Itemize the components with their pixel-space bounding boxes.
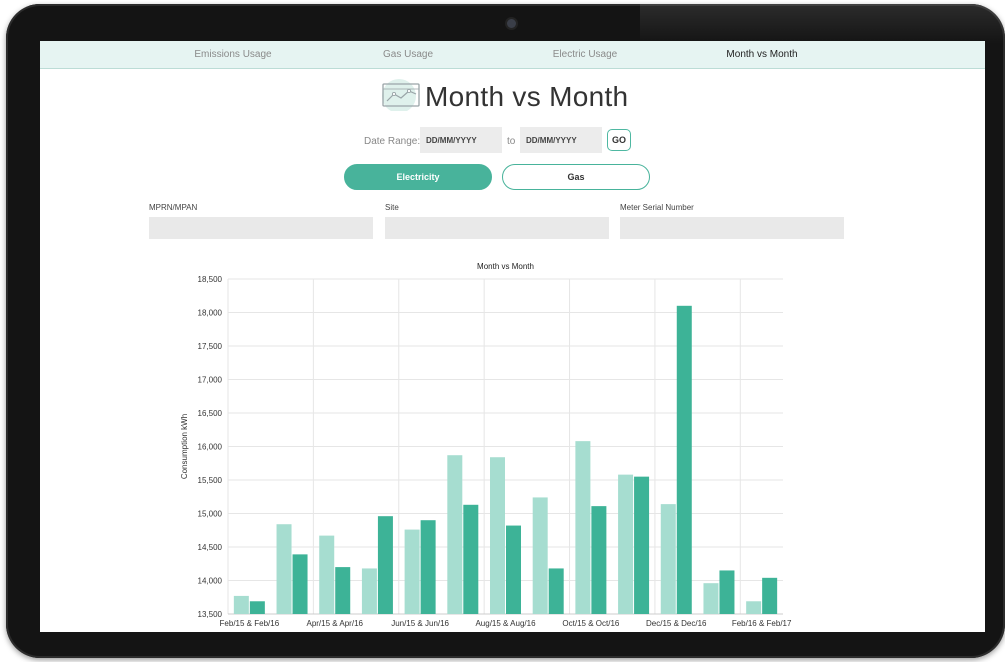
x-tick-label: Apr/15 & Apr/16 bbox=[306, 619, 363, 628]
x-tick-label: Oct/15 & Oct/16 bbox=[562, 619, 619, 628]
bar-current-year[interactable] bbox=[719, 570, 735, 614]
bar-previous-year[interactable] bbox=[276, 524, 292, 614]
bar-current-year[interactable] bbox=[634, 476, 650, 614]
bar-previous-year[interactable] bbox=[319, 535, 335, 614]
bar-current-year[interactable] bbox=[292, 554, 308, 614]
bar-current-year[interactable] bbox=[249, 601, 265, 614]
y-tick-label: 14,000 bbox=[198, 577, 223, 586]
camera-icon bbox=[507, 19, 516, 28]
bar-previous-year[interactable] bbox=[660, 504, 676, 614]
y-tick-label: 18,500 bbox=[198, 275, 223, 284]
bar-previous-year[interactable] bbox=[361, 568, 377, 614]
y-tick-label: 18,000 bbox=[198, 309, 223, 318]
x-tick-label: Dec/15 & Dec/16 bbox=[646, 619, 707, 628]
bar-previous-year[interactable] bbox=[233, 595, 249, 614]
bar-previous-year[interactable] bbox=[490, 457, 505, 614]
bar-current-year[interactable] bbox=[548, 568, 564, 614]
y-tick-label: 15,000 bbox=[198, 510, 223, 519]
x-tick-label: Jun/15 & Jun/16 bbox=[391, 619, 449, 628]
x-tick-label: Feb/15 & Feb/16 bbox=[220, 619, 280, 628]
bar-current-year[interactable] bbox=[463, 504, 479, 614]
screen: Emissions Usage Gas Usage Electric Usage… bbox=[40, 41, 985, 632]
y-tick-label: 14,500 bbox=[198, 543, 223, 552]
bar-current-year[interactable] bbox=[420, 520, 436, 614]
x-tick-label: Feb/16 & Feb/17 bbox=[732, 619, 792, 628]
bar-previous-year[interactable] bbox=[404, 529, 420, 614]
bar-previous-year[interactable] bbox=[746, 601, 762, 614]
bar-current-year[interactable] bbox=[676, 305, 692, 614]
bar-previous-year[interactable] bbox=[532, 497, 548, 614]
y-tick-label: 13,500 bbox=[198, 610, 223, 619]
bar-current-year[interactable] bbox=[506, 525, 521, 614]
bar-current-year[interactable] bbox=[335, 567, 351, 614]
chart-title: Month vs Month bbox=[477, 262, 534, 271]
y-tick-label: 17,500 bbox=[198, 342, 223, 351]
bar-previous-year[interactable] bbox=[703, 583, 719, 614]
bar-previous-year[interactable] bbox=[618, 474, 634, 614]
y-tick-label: 16,500 bbox=[198, 409, 223, 418]
y-tick-label: 17,000 bbox=[198, 376, 223, 385]
y-tick-label: 15,500 bbox=[198, 476, 223, 485]
bar-current-year[interactable] bbox=[377, 516, 393, 614]
bar-current-year[interactable] bbox=[591, 506, 607, 614]
month-vs-month-chart: 13,500 14,000 14,500 15,000 15,500 16,000 16,5… bbox=[180, 262, 792, 628]
bezel-reflection bbox=[640, 4, 1005, 44]
bar-previous-year[interactable] bbox=[447, 455, 463, 614]
bar-current-year[interactable] bbox=[762, 577, 778, 614]
y-tick-label: 16,000 bbox=[198, 443, 223, 452]
y-axis-title: Consumption kWh bbox=[180, 414, 189, 479]
bar-previous-year[interactable] bbox=[575, 441, 591, 614]
x-tick-label: Aug/15 & Aug/16 bbox=[475, 619, 536, 628]
